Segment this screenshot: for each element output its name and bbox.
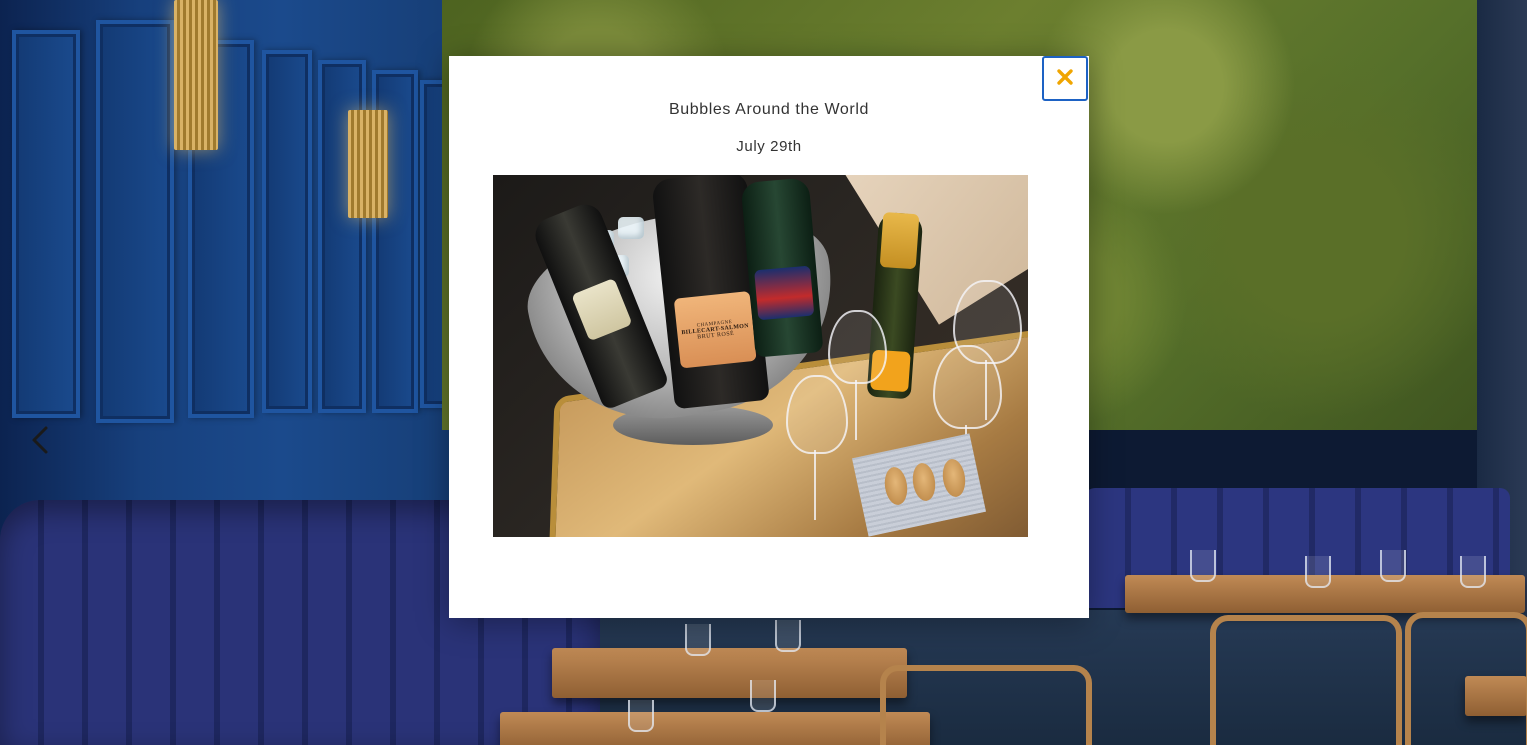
wine-glass — [1305, 556, 1331, 588]
dining-table — [552, 648, 907, 698]
wall-panel — [96, 20, 174, 423]
wooden-chair — [1405, 612, 1527, 745]
event-photo-champagne-cart: CHAMPAGNE BILLECART-SALMON BRUT ROSÉ — [493, 175, 1028, 537]
wall-panel — [262, 50, 312, 413]
carousel-prev-button[interactable] — [28, 424, 52, 456]
photo-wine-glass — [828, 310, 887, 384]
photo-bottle-label — [571, 277, 633, 342]
photo-bottle-rose-label: CHAMPAGNE BILLECART-SALMON BRUT ROSÉ — [673, 290, 757, 369]
wine-glass — [685, 624, 711, 656]
wooden-chair — [1210, 615, 1402, 745]
wall-sconce — [174, 0, 218, 150]
close-button[interactable] — [1042, 56, 1088, 101]
event-title: Bubbles Around the World — [668, 101, 869, 118]
wine-glass — [1460, 556, 1486, 588]
wine-glass — [750, 680, 776, 712]
wine-glass — [628, 700, 654, 732]
photo-wine-glass — [786, 375, 848, 454]
wine-glass — [775, 620, 801, 652]
close-icon — [1056, 68, 1074, 89]
photo-ice-cube — [618, 217, 644, 239]
event-modal: Bubbles Around the World July 29th CHAMP… — [449, 56, 1089, 618]
wall-panel — [12, 30, 80, 418]
photo-bottle-label — [754, 265, 815, 321]
photo-glass-stem — [855, 380, 857, 440]
photo-bottle-foil — [879, 211, 920, 270]
event-date: July 29th — [736, 138, 802, 155]
wine-glass — [1380, 550, 1406, 582]
wine-glass — [1190, 550, 1216, 582]
wall-sconce — [348, 110, 388, 218]
dining-table — [500, 712, 930, 745]
wooden-chair — [880, 665, 1092, 745]
photo-glass-stem — [814, 450, 816, 520]
photo-bottle-green — [740, 177, 824, 358]
chevron-left-icon — [28, 424, 52, 456]
photo-wine-glass — [933, 345, 1002, 429]
